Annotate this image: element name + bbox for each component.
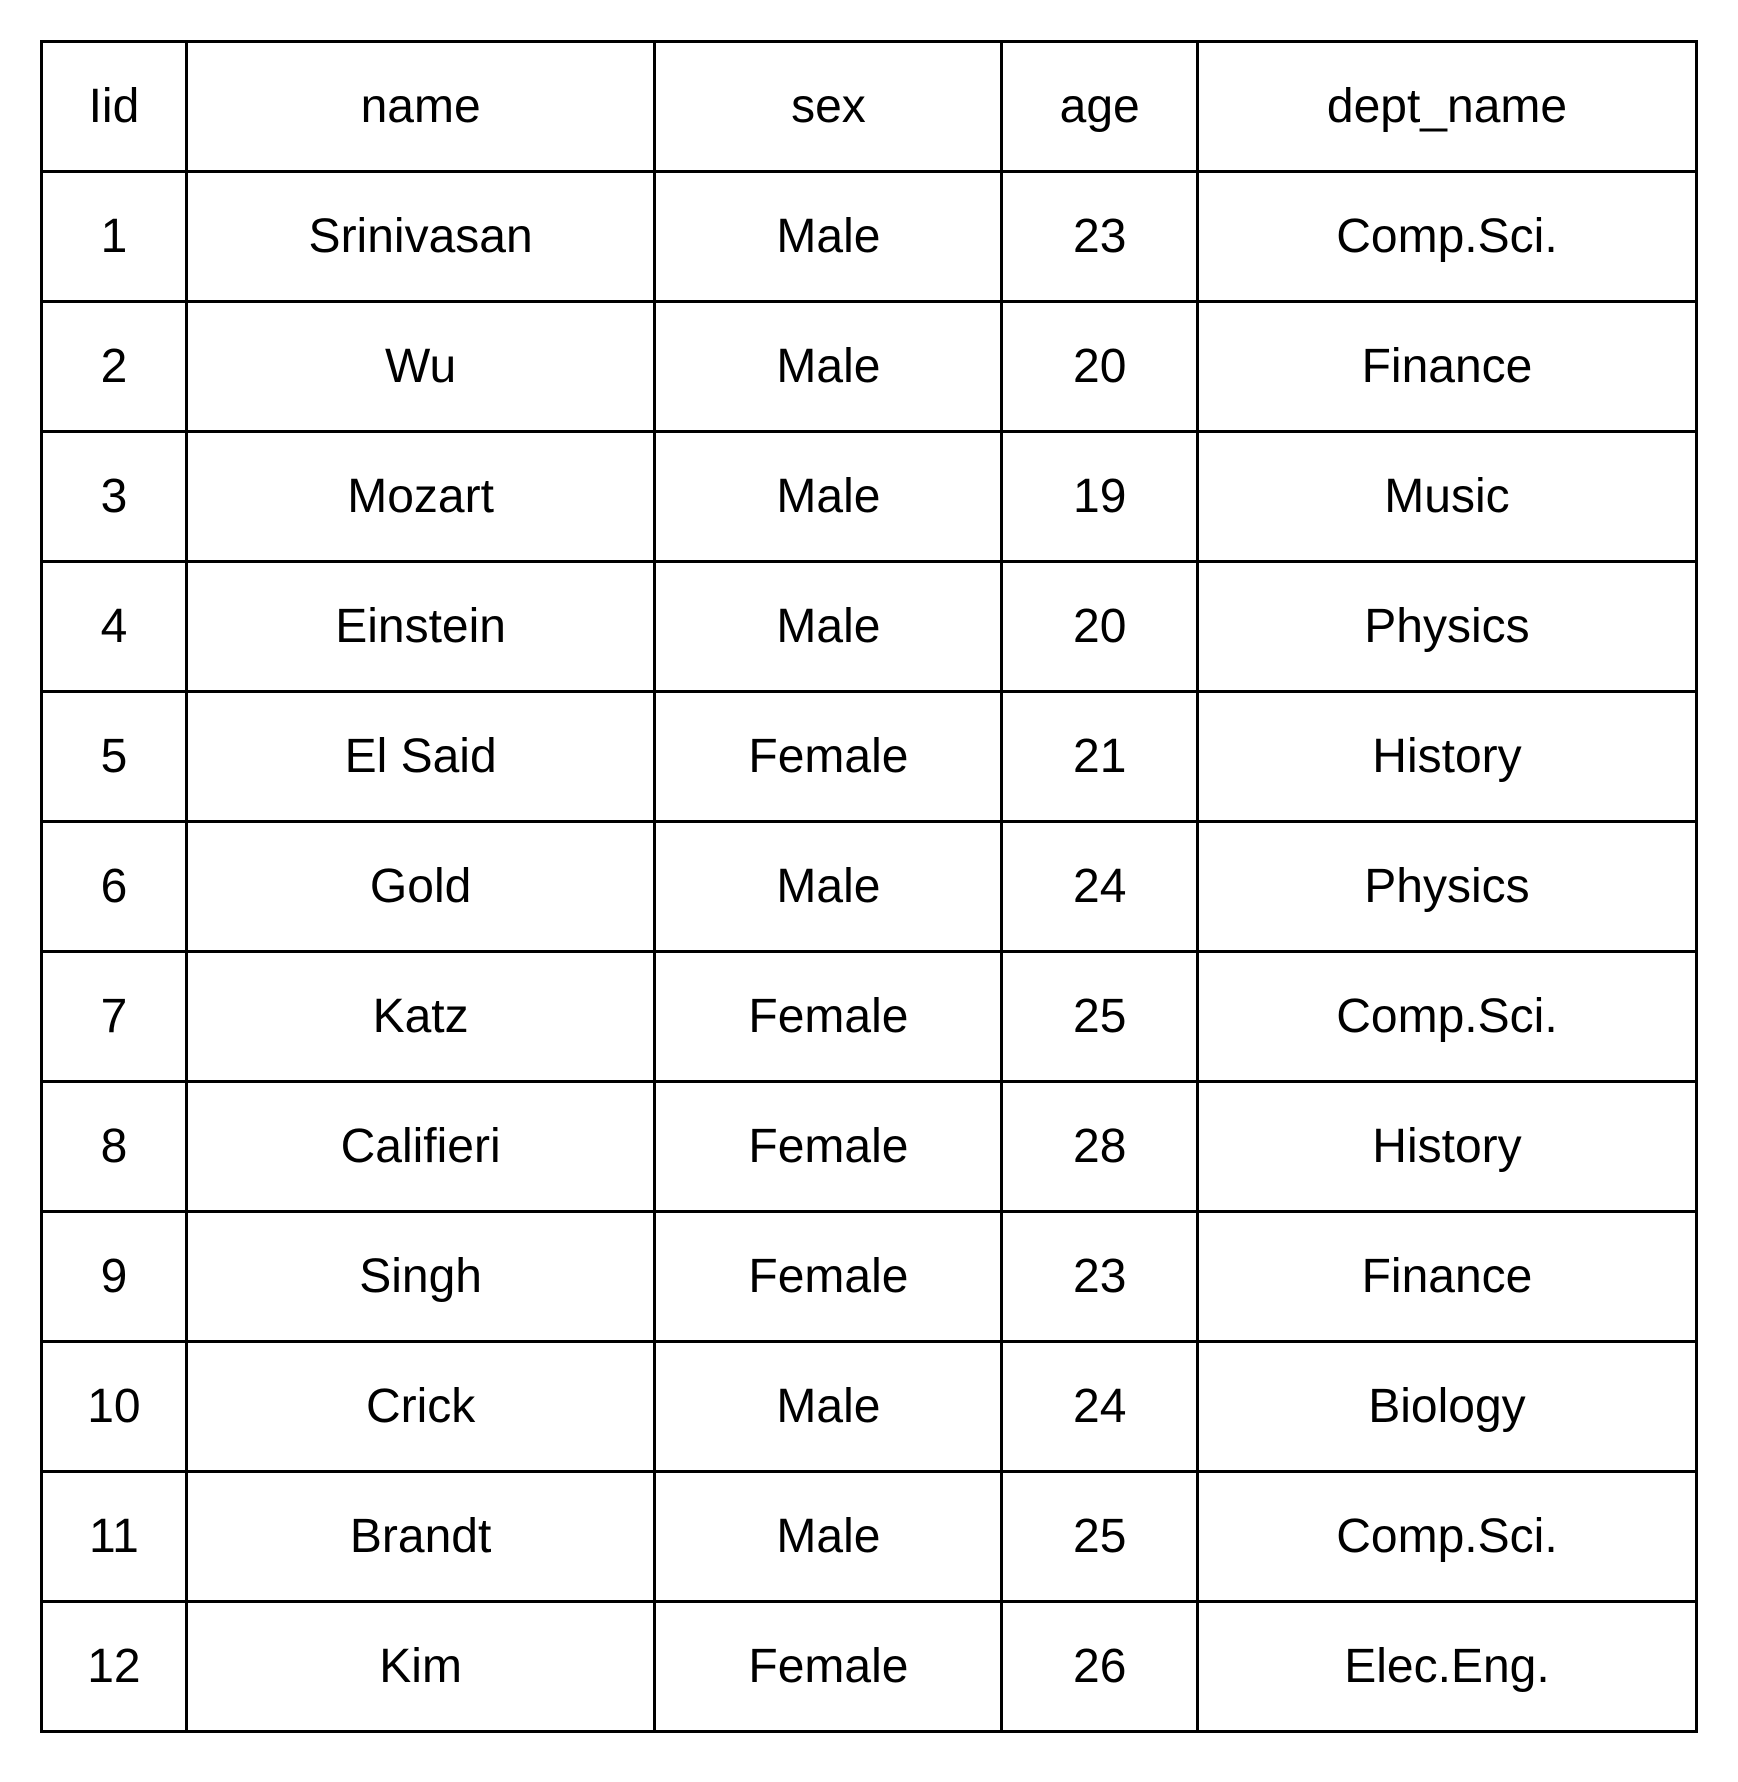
cell-dept: Physics <box>1197 562 1696 692</box>
cell-dept: Biology <box>1197 1342 1696 1472</box>
table-header-row: Iid name sex age dept_name <box>42 42 1697 172</box>
cell-name: Kim <box>186 1602 655 1732</box>
cell-sex: Male <box>655 1342 1002 1472</box>
cell-dept: Physics <box>1197 822 1696 952</box>
cell-dept: Elec.Eng. <box>1197 1602 1696 1732</box>
cell-age: 28 <box>1002 1082 1197 1212</box>
cell-iid: 6 <box>42 822 187 952</box>
cell-dept: History <box>1197 692 1696 822</box>
cell-age: 19 <box>1002 432 1197 562</box>
cell-sex: Male <box>655 302 1002 432</box>
col-header-age: age <box>1002 42 1197 172</box>
cell-dept: Finance <box>1197 302 1696 432</box>
cell-sex: Female <box>655 692 1002 822</box>
table-row: 5 El Said Female 21 History <box>42 692 1697 822</box>
table-row: 2 Wu Male 20 Finance <box>42 302 1697 432</box>
table-row: 3 Mozart Male 19 Music <box>42 432 1697 562</box>
cell-dept: Comp.Sci. <box>1197 1472 1696 1602</box>
table-row: 4 Einstein Male 20 Physics <box>42 562 1697 692</box>
cell-name: Einstein <box>186 562 655 692</box>
cell-iid: 2 <box>42 302 187 432</box>
cell-iid: 3 <box>42 432 187 562</box>
cell-dept: Comp.Sci. <box>1197 952 1696 1082</box>
cell-iid: 12 <box>42 1602 187 1732</box>
cell-name: Katz <box>186 952 655 1082</box>
cell-name: Singh <box>186 1212 655 1342</box>
col-header-iid: Iid <box>42 42 187 172</box>
col-header-sex: sex <box>655 42 1002 172</box>
cell-name: Wu <box>186 302 655 432</box>
cell-name: Califieri <box>186 1082 655 1212</box>
cell-sex: Female <box>655 952 1002 1082</box>
table-row: 7 Katz Female 25 Comp.Sci. <box>42 952 1697 1082</box>
cell-age: 20 <box>1002 562 1197 692</box>
cell-sex: Male <box>655 562 1002 692</box>
table-row: 11 Brandt Male 25 Comp.Sci. <box>42 1472 1697 1602</box>
cell-age: 23 <box>1002 172 1197 302</box>
cell-sex: Female <box>655 1082 1002 1212</box>
cell-iid: 7 <box>42 952 187 1082</box>
cell-name: Mozart <box>186 432 655 562</box>
table-row: 6 Gold Male 24 Physics <box>42 822 1697 952</box>
cell-dept: Comp.Sci. <box>1197 172 1696 302</box>
cell-name: El Said <box>186 692 655 822</box>
cell-sex: Male <box>655 822 1002 952</box>
cell-age: 26 <box>1002 1602 1197 1732</box>
table-row: 9 Singh Female 23 Finance <box>42 1212 1697 1342</box>
col-header-dept: dept_name <box>1197 42 1696 172</box>
cell-name: Srinivasan <box>186 172 655 302</box>
cell-sex: Female <box>655 1212 1002 1342</box>
cell-iid: 11 <box>42 1472 187 1602</box>
table-row: 10 Crick Male 24 Biology <box>42 1342 1697 1472</box>
cell-iid: 8 <box>42 1082 187 1212</box>
cell-dept: History <box>1197 1082 1696 1212</box>
table-row: 8 Califieri Female 28 History <box>42 1082 1697 1212</box>
cell-age: 24 <box>1002 1342 1197 1472</box>
cell-iid: 9 <box>42 1212 187 1342</box>
table-row: 12 Kim Female 26 Elec.Eng. <box>42 1602 1697 1732</box>
cell-sex: Female <box>655 1602 1002 1732</box>
cell-age: 21 <box>1002 692 1197 822</box>
cell-age: 25 <box>1002 952 1197 1082</box>
cell-age: 25 <box>1002 1472 1197 1602</box>
cell-name: Crick <box>186 1342 655 1472</box>
table-row: 1 Srinivasan Male 23 Comp.Sci. <box>42 172 1697 302</box>
col-header-name: name <box>186 42 655 172</box>
cell-sex: Male <box>655 432 1002 562</box>
cell-age: 23 <box>1002 1212 1197 1342</box>
cell-iid: 5 <box>42 692 187 822</box>
cell-iid: 4 <box>42 562 187 692</box>
cell-name: Brandt <box>186 1472 655 1602</box>
cell-dept: Music <box>1197 432 1696 562</box>
data-table: Iid name sex age dept_name 1 Srinivasan … <box>40 40 1698 1733</box>
cell-age: 24 <box>1002 822 1197 952</box>
cell-name: Gold <box>186 822 655 952</box>
cell-sex: Male <box>655 172 1002 302</box>
cell-iid: 10 <box>42 1342 187 1472</box>
cell-dept: Finance <box>1197 1212 1696 1342</box>
cell-iid: 1 <box>42 172 187 302</box>
cell-sex: Male <box>655 1472 1002 1602</box>
cell-age: 20 <box>1002 302 1197 432</box>
